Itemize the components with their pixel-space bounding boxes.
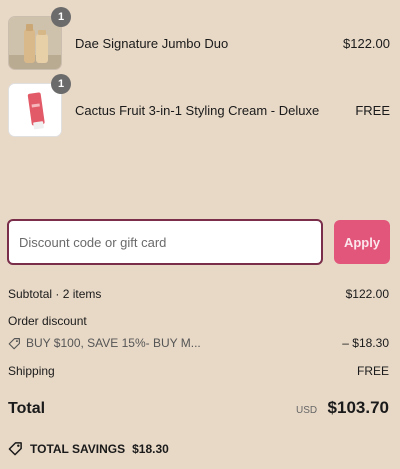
currency-code: USD [295, 405, 318, 416]
discount-value: – $18.30 [342, 336, 389, 350]
discount-form: Apply [7, 219, 390, 265]
cart-line-item: 1 Dae Signature Jumbo Duo $122.00 [8, 7, 390, 70]
discount-code-row: BUY $100, SAVE 15%- BUY M... – $18.30 [8, 336, 389, 350]
discount-code-input[interactable] [7, 219, 323, 265]
total-row: Total USD $103.70 [8, 398, 389, 418]
product-name: Dae Signature Jumbo Duo [75, 35, 229, 51]
shipping-label: Shipping [8, 364, 55, 378]
savings-label: TOTAL SAVINGS [30, 441, 126, 456]
product-price: $122.00 [343, 35, 390, 51]
order-discount-label: Order discount [8, 314, 87, 328]
apply-discount-button[interactable]: Apply [334, 220, 390, 264]
shipping-row: Shipping FREE [8, 364, 389, 378]
quantity-badge: 1 [51, 74, 71, 94]
quantity-badge: 1 [51, 7, 71, 27]
product-thumbnail: 1 [8, 74, 71, 137]
subtotal-label: Subtotal · 2 items [8, 287, 102, 301]
product-price: FREE [355, 102, 390, 118]
total-price: USD $103.70 [296, 398, 389, 418]
total-label: Total [8, 400, 46, 417]
cart-line-item: 1 Cactus Fruit 3-in-1 Styling Cream - De… [8, 74, 390, 137]
discount-code-text: BUY $100, SAVE 15%- BUY M... [26, 336, 201, 350]
shipping-value: FREE [356, 364, 389, 378]
subtotal-row: Subtotal · 2 items $122.00 [8, 287, 389, 301]
order-discount-row: Order discount [8, 314, 389, 328]
tag-icon [8, 337, 20, 349]
applied-discount-code: BUY $100, SAVE 15%- BUY M... [8, 336, 201, 350]
product-name: Cactus Fruit 3-in-1 Styling Cream - Delu… [75, 102, 320, 118]
subtotal-value: $122.00 [345, 287, 389, 301]
product-thumbnail: 1 [8, 7, 71, 70]
tag-icon [8, 442, 22, 456]
total-amount: $103.70 [327, 398, 389, 417]
savings-amount: $18.30 [132, 441, 169, 456]
total-savings: TOTAL SAVINGS $18.30 [8, 441, 169, 456]
